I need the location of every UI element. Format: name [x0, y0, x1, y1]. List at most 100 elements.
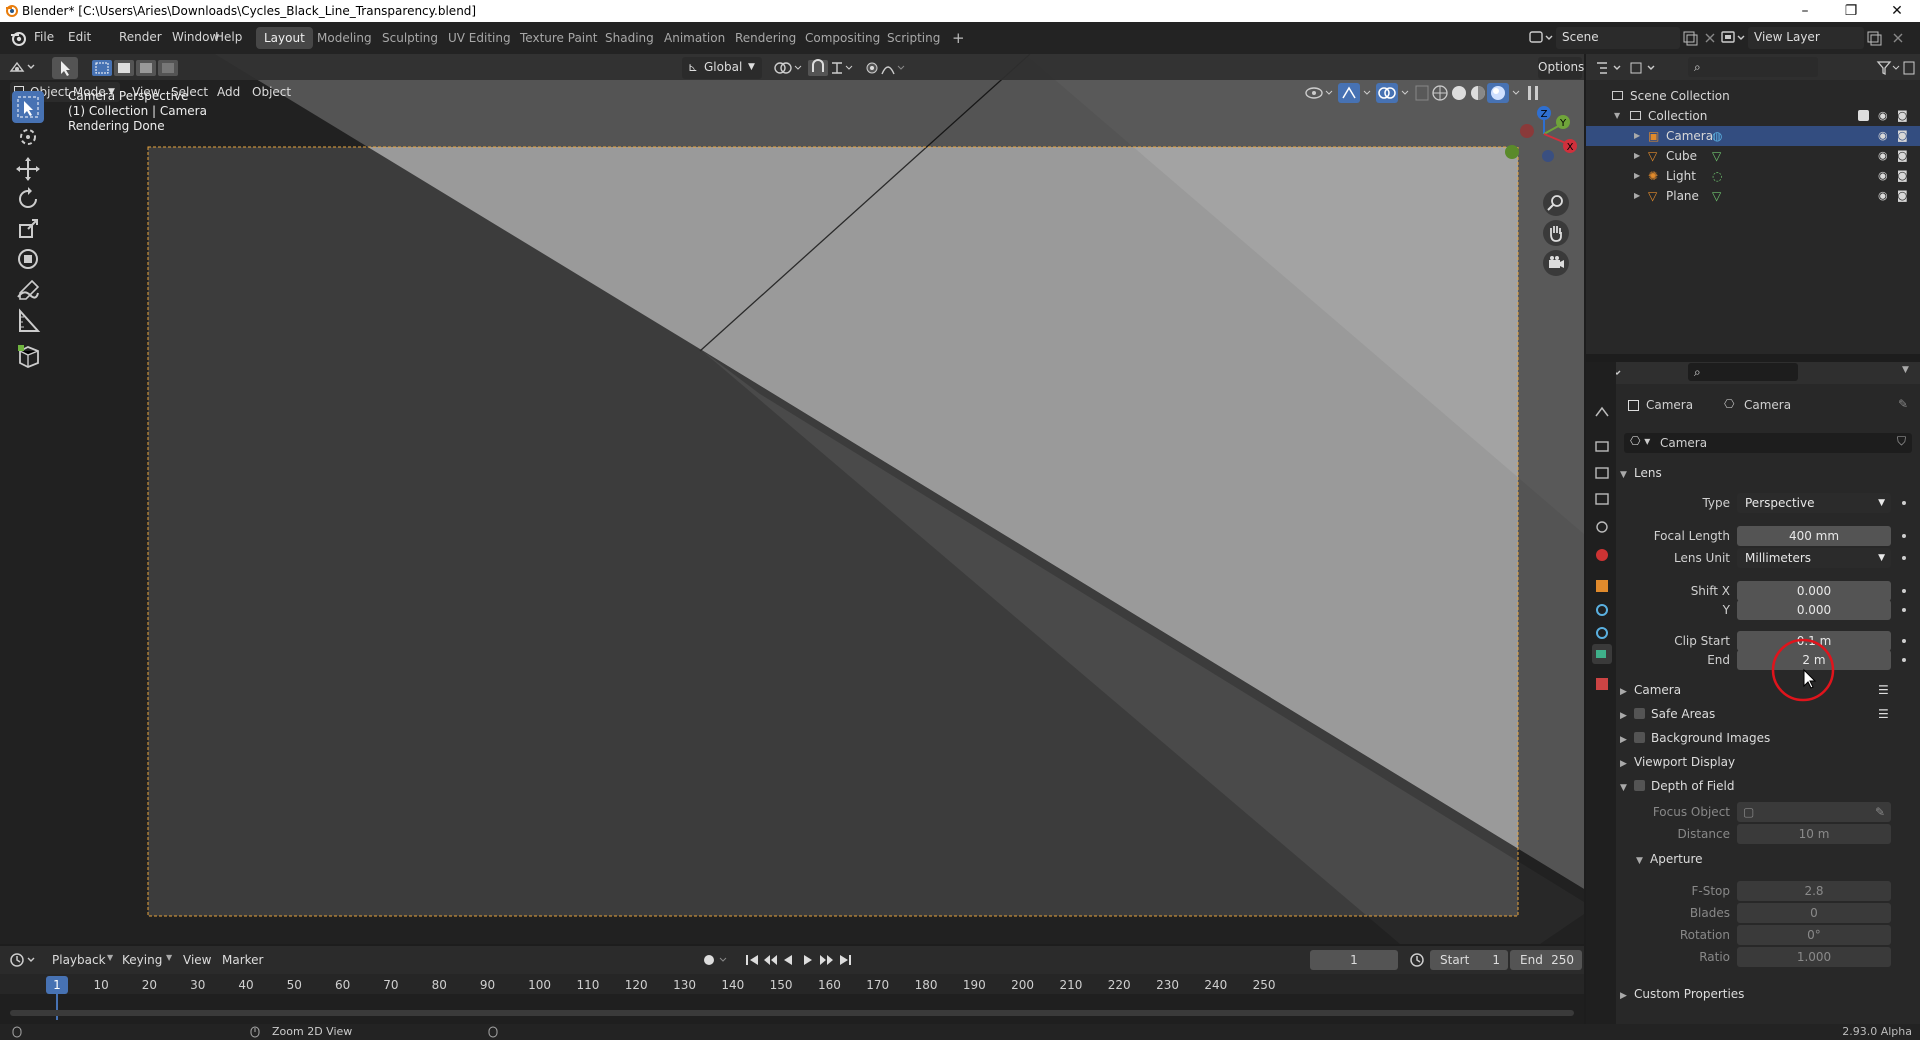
eye-icon[interactable]: ◉: [1878, 106, 1888, 126]
focus-object-field[interactable]: ▢ ✎: [1737, 802, 1891, 822]
timeline-menu-keying[interactable]: Keying: [122, 953, 162, 967]
transform-tool[interactable]: [12, 243, 44, 275]
select-box-tool[interactable]: [12, 91, 44, 123]
depth-of-field-checkbox[interactable]: [1634, 780, 1645, 791]
pin-icon[interactable]: ✎: [1898, 397, 1908, 411]
viewport-menu-add[interactable]: Add: [217, 85, 240, 99]
close-button[interactable]: ✕: [1874, 0, 1920, 22]
eye-icon[interactable]: ◉: [1878, 146, 1888, 166]
display-mode-icon[interactable]: [1628, 59, 1658, 77]
shift-y-field[interactable]: 0.000: [1737, 600, 1891, 620]
timeline-menu-playback[interactable]: Playback: [52, 953, 106, 967]
zoom-button[interactable]: [1543, 190, 1569, 216]
section-depth-of-field[interactable]: ▼ Depth of Field: [1620, 775, 1920, 797]
keyframe-dot[interactable]: [1902, 589, 1906, 593]
properties-search-input[interactable]: ⌕: [1688, 363, 1798, 381]
timeline-area[interactable]: 10 20 30 40 50 60 70 80 90 100 110 120 130 140 150 160 1…: [0, 974, 1584, 1024]
eye-icon[interactable]: ◉: [1878, 186, 1888, 206]
outliner-item-cube[interactable]: ▶ ▽ Cube ▽ ◉ ◙: [1586, 146, 1920, 166]
camera-view-button[interactable]: [1543, 250, 1569, 276]
background-images-checkbox[interactable]: [1634, 732, 1645, 743]
eye-icon[interactable]: ◉: [1878, 126, 1888, 146]
section-custom-properties[interactable]: ▶ Custom Properties: [1620, 983, 1920, 1005]
lens-unit-dropdown[interactable]: Millimeters ▼: [1737, 548, 1891, 568]
keyframe-dot[interactable]: [1902, 534, 1906, 538]
camera-render-icon[interactable]: ◙: [1897, 106, 1908, 126]
mesh-data-icon[interactable]: ▽: [1712, 186, 1721, 206]
tab-layout[interactable]: Layout: [256, 27, 313, 49]
3d-viewport[interactable]: ⊾ Global ▼ Options Object Mode ▼ View Se…: [0, 54, 1584, 944]
outliner-search-input[interactable]: ⌕: [1688, 57, 1818, 77]
tab-modeling[interactable]: Modeling: [309, 27, 380, 49]
timeline-menu-marker[interactable]: Marker: [222, 953, 263, 967]
navigation-gizmo[interactable]: Z Y X: [1500, 94, 1580, 174]
restore-button[interactable]: ❐: [1828, 0, 1874, 22]
outliner-editor-type-icon[interactable]: [1594, 59, 1624, 77]
timeline-editor-type-icon[interactable]: [8, 951, 38, 969]
annotate-tool[interactable]: [12, 275, 44, 307]
transform-orientation-dropdown[interactable]: ⊾ Global ▼: [682, 57, 762, 79]
current-frame-field[interactable]: 1: [1310, 950, 1398, 970]
scene-browse-icon[interactable]: [1528, 29, 1554, 47]
outliner-filter-icon[interactable]: [1876, 59, 1916, 77]
expand-arrow-icon[interactable]: ▶: [1634, 146, 1640, 166]
options-dropdown[interactable]: Options: [1538, 57, 1584, 79]
selection-mode-icons[interactable]: [90, 58, 186, 78]
camera-render-icon[interactable]: ◙: [1897, 186, 1908, 206]
rotation-field[interactable]: 0°: [1737, 925, 1891, 945]
expand-arrow-icon[interactable]: ▶: [1634, 166, 1640, 186]
playhead-frame[interactable]: 1: [46, 976, 68, 994]
menu-help[interactable]: Help: [215, 30, 242, 44]
menu-file[interactable]: File: [34, 30, 54, 44]
view-layer-name-field[interactable]: View Layer: [1748, 27, 1864, 49]
view-layer-browse-icon[interactable]: [1720, 29, 1746, 47]
tab-shading[interactable]: Shading: [597, 27, 662, 49]
camera-render-icon[interactable]: ◙: [1897, 126, 1908, 146]
measure-tool[interactable]: [12, 305, 44, 337]
camera-data-icon[interactable]: ◍: [1712, 126, 1722, 146]
frame-ruler[interactable]: 10 20 30 40 50 60 70 80 90 100 110 120 130 140 150 160 1…: [0, 974, 1584, 994]
mesh-data-icon[interactable]: ▽: [1712, 146, 1721, 166]
tab-animation[interactable]: Animation: [656, 27, 733, 49]
section-lens[interactable]: ▼ Lens: [1620, 462, 1920, 484]
move-tool[interactable]: [12, 153, 44, 185]
eye-icon[interactable]: ◉: [1878, 166, 1888, 186]
outliner-item-plane[interactable]: ▶ ▽ Plane ▽ ◉ ◙: [1586, 186, 1920, 206]
keyframe-dot[interactable]: [1902, 608, 1906, 612]
tab-compositing[interactable]: Compositing: [797, 27, 888, 49]
editor-type-icon[interactable]: [8, 58, 38, 76]
keyframe-dot[interactable]: [1902, 501, 1906, 505]
pan-button[interactable]: [1543, 220, 1569, 246]
select-tool-button[interactable]: [52, 57, 78, 79]
scene-new-delete-icons[interactable]: [1682, 30, 1718, 46]
light-data-icon[interactable]: ◌: [1712, 166, 1722, 186]
rotate-tool[interactable]: [12, 183, 44, 215]
end-frame-field[interactable]: End 250: [1510, 950, 1582, 970]
distance-field[interactable]: 10 m: [1737, 824, 1891, 844]
section-background-images[interactable]: ▶ Background Images: [1620, 727, 1920, 749]
cursor-tool[interactable]: [12, 121, 44, 153]
list-icon[interactable]: ☰: [1878, 703, 1889, 725]
focal-length-field[interactable]: 400 mm: [1737, 526, 1891, 546]
tab-scripting[interactable]: Scripting: [879, 27, 948, 49]
pivot-snap-proportional-icons[interactable]: [770, 58, 920, 78]
tab-texture-paint[interactable]: Texture Paint: [512, 27, 605, 49]
lens-type-dropdown[interactable]: Perspective ▼: [1737, 493, 1891, 513]
section-aperture[interactable]: ▼ Aperture: [1636, 848, 1920, 870]
scene-name-field[interactable]: Scene: [1556, 27, 1680, 49]
view-layer-new-delete-icons[interactable]: [1866, 30, 1912, 46]
blender-menu-icon[interactable]: [9, 29, 27, 47]
playback-controls[interactable]: [700, 950, 860, 970]
tab-uv-editing[interactable]: UV Editing: [440, 27, 519, 49]
add-cube-tool[interactable]: [12, 339, 44, 371]
viewport-menu-object[interactable]: Object: [252, 85, 291, 99]
menu-window[interactable]: Window: [172, 30, 219, 44]
shift-x-field[interactable]: 0.000: [1737, 581, 1891, 601]
checkbox-icon[interactable]: [1858, 110, 1869, 121]
start-frame-field[interactable]: Start 1: [1430, 950, 1508, 970]
outliner-item-camera[interactable]: ▶ ▣ Camera ◍ ◉ ◙: [1586, 126, 1920, 146]
chevron-down-icon[interactable]: ▼: [1902, 365, 1909, 375]
camera-datablock-selector[interactable]: ⎔ ▾ Camera ⛉: [1624, 433, 1912, 453]
keyframe-dot[interactable]: [1902, 658, 1906, 662]
outliner-collection[interactable]: ▼ Collection ◉ ◙: [1586, 106, 1920, 126]
